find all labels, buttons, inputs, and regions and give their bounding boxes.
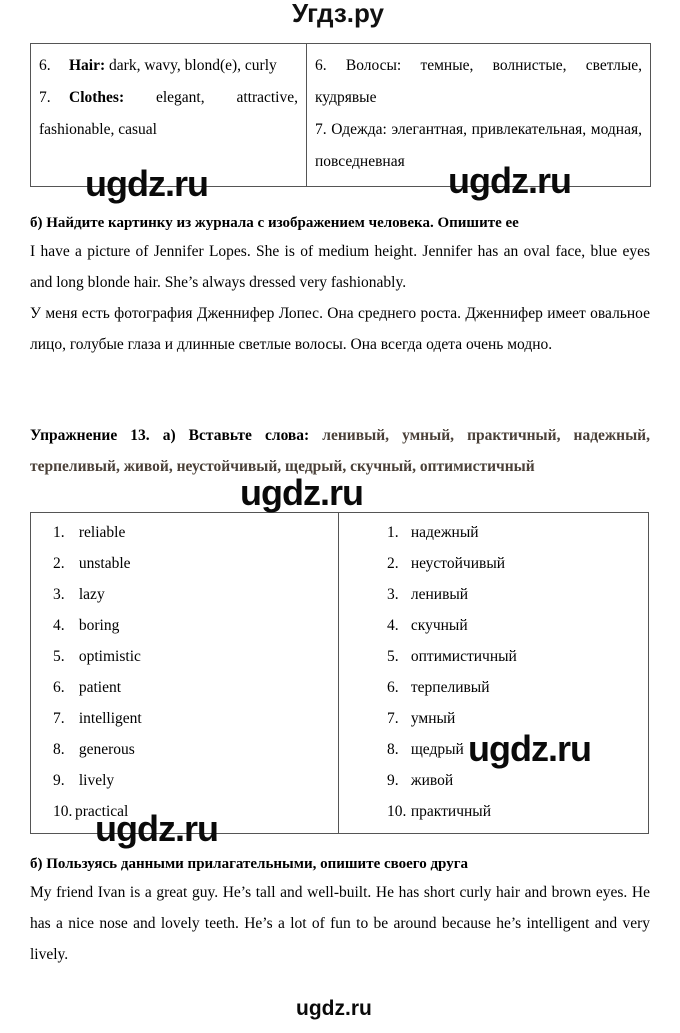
table-row: 1. reliable 2. unstable 3. lazy 4. boring 5.… xyxy=(30,512,649,834)
item-text: dark, wavy, blond(e), curly xyxy=(109,57,277,74)
list-item-word: неустойчивый xyxy=(407,555,506,572)
answers-list-russian: 1. надежный 2. неустойчивый 3. ленивый 4. с… xyxy=(339,517,648,827)
item-label: Волосы: xyxy=(345,57,402,74)
list-item-number: 1. xyxy=(387,524,399,541)
item-number: 6. xyxy=(315,57,327,74)
exercise-13-lead: Упражнение 13. а) Вставьте слова: xyxy=(30,427,310,444)
list-item: 3. lazy xyxy=(31,579,338,610)
item-number: 7. xyxy=(315,121,327,138)
answers-table: 1. reliable 2. unstable 3. lazy 4. boring 5.… xyxy=(30,512,649,834)
list-item: 9. lively xyxy=(31,765,338,796)
vocab-ru-line-7: 7. Одежда: элегантная, привлекательная, … xyxy=(315,114,642,178)
answer-english: I have a picture of Jennifer Lopes. She … xyxy=(30,243,650,291)
vocabulary-table: 6. Hair: dark, wavy, blond(e), curly 7. Cl… xyxy=(30,43,651,187)
vocabulary-cell-english: 6. Hair: dark, wavy, blond(e), curly 7. Cl… xyxy=(30,43,307,187)
list-item-number: 1. xyxy=(53,524,65,541)
list-item-number: 8. xyxy=(387,741,399,758)
watermark: ugdz.ru xyxy=(296,997,372,1020)
list-item-number: 7. xyxy=(53,710,65,727)
list-item: 1. надежный xyxy=(339,517,648,548)
list-item: 8. щедрый xyxy=(339,734,648,765)
list-item-word: умный xyxy=(407,710,456,727)
table-row: 6. Hair: dark, wavy, blond(e), curly 7. Cl… xyxy=(30,43,651,187)
list-item: 10. практичный xyxy=(339,796,648,827)
answer-russian: У меня есть фотография Дженнифер Лопес. … xyxy=(30,305,650,353)
section-b-describe-friend: б) Пользуясь данными прилагательными, оп… xyxy=(30,853,650,970)
list-item: 7. intelligent xyxy=(31,703,338,734)
list-item-word: unstable xyxy=(75,555,131,572)
list-item-number: 3. xyxy=(53,586,65,603)
list-item: 3. ленивый xyxy=(339,579,648,610)
list-item-number: 5. xyxy=(387,648,399,665)
list-item: 6. patient xyxy=(31,672,338,703)
item-label: Clothes: xyxy=(69,89,125,106)
list-item-number: 8. xyxy=(53,741,65,758)
vocabulary-cell-russian: 6. Волосы: темные, волнистые, светлые, к… xyxy=(306,43,651,187)
section-b-describe-picture: б) Найдите картинку из журнала с изображ… xyxy=(30,212,650,360)
list-item-word: скучный xyxy=(407,617,468,634)
list-item-word: intelligent xyxy=(75,710,142,727)
list-item: 5. оптимистичный xyxy=(339,641,648,672)
item-number: 7. xyxy=(39,89,51,106)
list-item: 6. терпеливый xyxy=(339,672,648,703)
vocab-en-line-7: 7. Clothes: elegant, attractive, fashiona… xyxy=(39,82,298,146)
list-item-word: boring xyxy=(75,617,120,634)
list-item-word: практичный xyxy=(407,803,491,820)
site-logo: Угдз.ру xyxy=(292,0,384,28)
list-item: 4. скучный xyxy=(339,610,648,641)
list-item-number: 3. xyxy=(387,586,399,603)
vocab-en-line-6: 6. Hair: dark, wavy, blond(e), curly xyxy=(39,50,298,82)
item-label: Одежда: xyxy=(331,121,387,138)
list-item-word: generous xyxy=(75,741,135,758)
list-item: 9. живой xyxy=(339,765,648,796)
list-item-word: lazy xyxy=(75,586,105,603)
list-item-number: 9. xyxy=(53,772,65,789)
list-item-number: 5. xyxy=(53,648,65,665)
list-item-number: 10. xyxy=(387,803,407,820)
list-item-word: reliable xyxy=(75,524,126,541)
list-item-number: 4. xyxy=(53,617,65,634)
vocab-ru-line-6: 6. Волосы: темные, волнистые, светлые, к… xyxy=(315,50,642,114)
list-item-number: 2. xyxy=(53,555,65,572)
list-item: 4. boring xyxy=(31,610,338,641)
section-heading: б) Пользуясь данными прилагательными, оп… xyxy=(30,856,469,872)
answer-english: My friend Ivan is a great guy. He’s tall… xyxy=(30,884,650,963)
list-item-word: patient xyxy=(75,679,122,696)
list-item: 7. умный xyxy=(339,703,648,734)
list-item: 2. unstable xyxy=(31,548,338,579)
list-item-number: 9. xyxy=(387,772,399,789)
answers-cell-russian: 1. надежный 2. неустойчивый 3. ленивый 4. с… xyxy=(338,512,649,834)
list-item-number: 10. xyxy=(53,803,73,820)
list-item-number: 6. xyxy=(387,679,399,696)
exercise-13-heading: Упражнение 13. а) Вставьте слова: ленивы… xyxy=(30,420,650,482)
list-item-number: 4. xyxy=(387,617,399,634)
item-number: 6. xyxy=(39,57,51,74)
list-item: 5. optimistic xyxy=(31,641,338,672)
list-item-word: щедрый xyxy=(407,741,464,758)
section-heading: б) Найдите картинку из журнала с изображ… xyxy=(30,215,519,231)
list-item-word: терпеливый xyxy=(407,679,490,696)
list-item-word: оптимистичный xyxy=(407,648,517,665)
list-item: 8. generous xyxy=(31,734,338,765)
list-item-number: 7. xyxy=(387,710,399,727)
answers-list-english: 1. reliable 2. unstable 3. lazy 4. boring 5.… xyxy=(31,517,338,827)
list-item-word: ленивый xyxy=(407,586,469,603)
list-item-word: practical xyxy=(75,803,129,820)
list-item-number: 6. xyxy=(53,679,65,696)
list-item: 1. reliable xyxy=(31,517,338,548)
list-item-word: lively xyxy=(75,772,115,789)
list-item-word: надежный xyxy=(407,524,479,541)
item-label: Hair: xyxy=(69,57,106,74)
list-item-word: optimistic xyxy=(75,648,141,665)
list-item-number: 2. xyxy=(387,555,399,572)
list-item-word: живой xyxy=(407,772,454,789)
list-item: 10. practical xyxy=(31,796,338,827)
list-item: 2. неустойчивый xyxy=(339,548,648,579)
answers-cell-english: 1. reliable 2. unstable 3. lazy 4. boring 5.… xyxy=(30,512,339,834)
